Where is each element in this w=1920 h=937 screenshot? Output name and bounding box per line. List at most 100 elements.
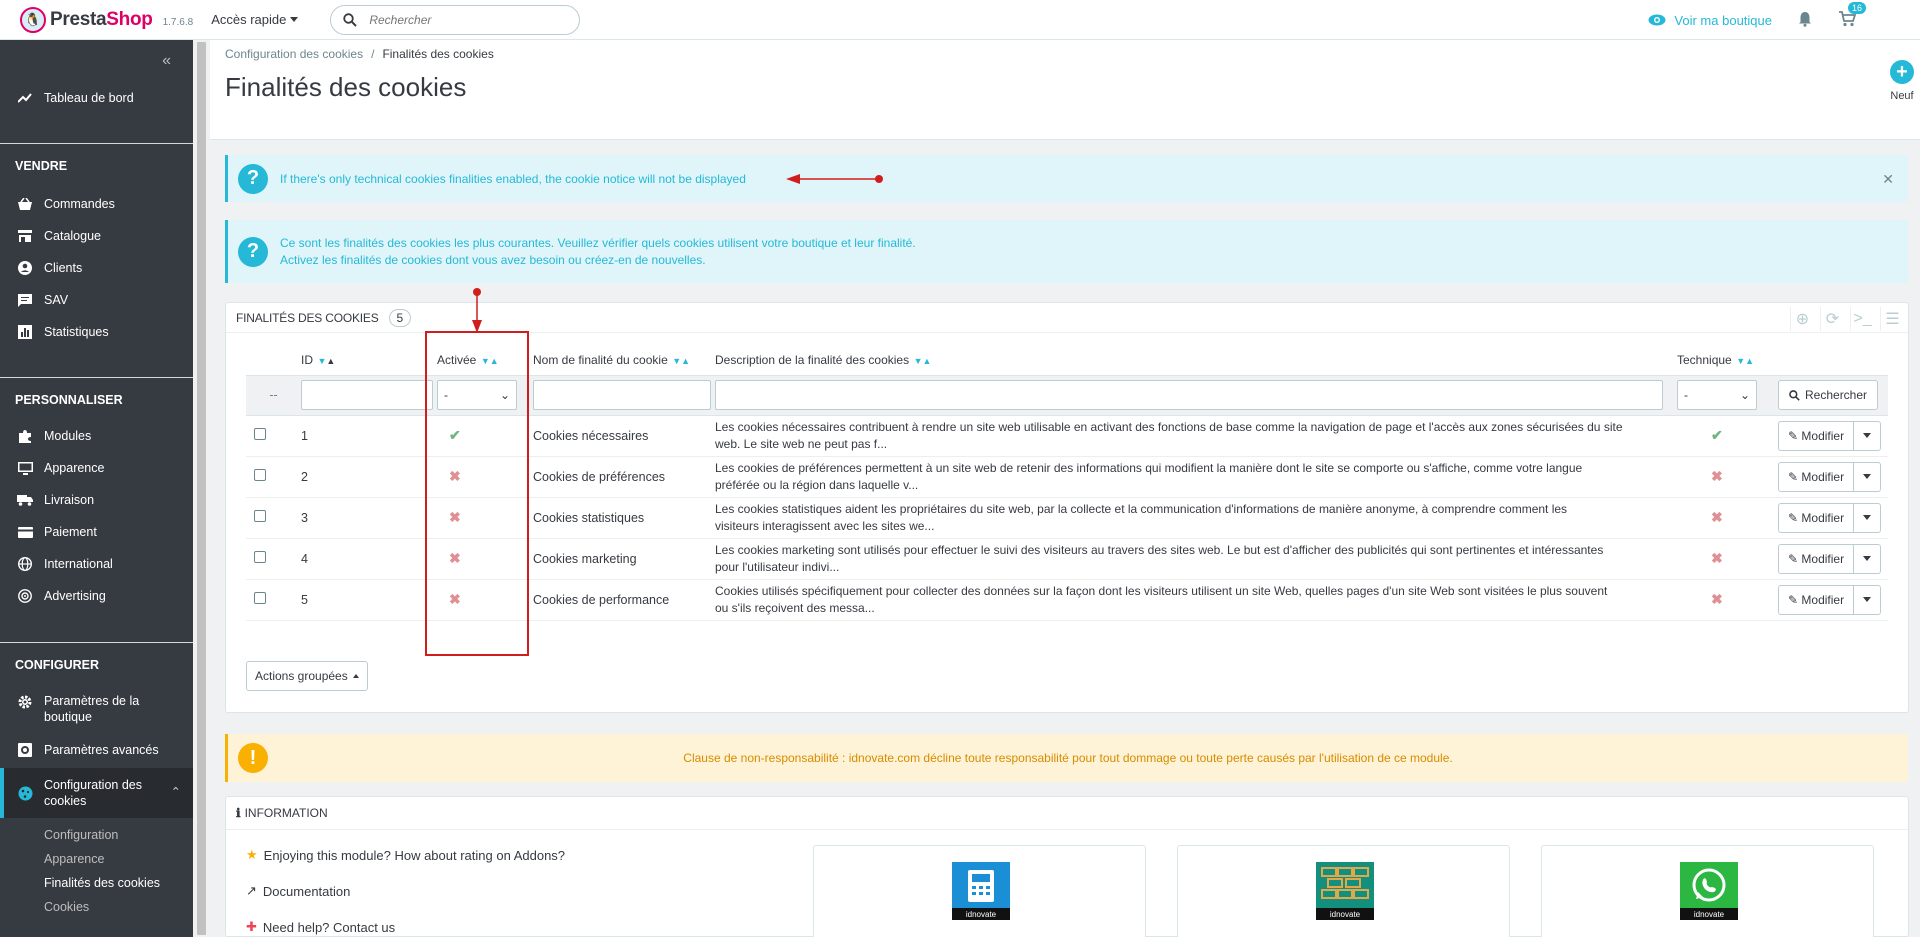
- dropdown-toggle[interactable]: [1854, 504, 1880, 532]
- page-title: Finalités des cookies: [225, 72, 467, 102]
- cell-id: 2: [301, 456, 437, 498]
- quick-access-dropdown[interactable]: Accès rapide: [211, 12, 299, 27]
- check-icon[interactable]: ✔: [1711, 427, 1723, 443]
- filter-reset: --: [246, 374, 301, 416]
- search-field[interactable]: [330, 4, 581, 35]
- column-header-description[interactable]: Description de la finalité des cookies ▼…: [715, 345, 1677, 375]
- scrollbar[interactable]: [193, 40, 210, 937]
- sub-item-cookies[interactable]: Cookies: [44, 900, 89, 914]
- row-checkbox[interactable]: [254, 428, 266, 440]
- logo-text: PrestaShop: [50, 8, 153, 30]
- sub-item-configuration[interactable]: Configuration: [44, 828, 118, 842]
- filter-search-button[interactable]: Rechercher: [1778, 380, 1879, 410]
- sub-item-appearance[interactable]: Apparence: [44, 852, 104, 866]
- help-link[interactable]: ✚ Need help? Contact us: [246, 919, 395, 935]
- dropdown-toggle[interactable]: [1854, 586, 1880, 614]
- prestashop-logo[interactable]: 🐧 PrestaShop 1.7.6.8: [20, 6, 193, 33]
- sub-item-cookie-purposes[interactable]: Finalités des cookies: [44, 876, 160, 890]
- sidebar-item-catalog[interactable]: Catalogue: [0, 226, 193, 246]
- sidebar-item-orders[interactable]: Commandes: [0, 194, 193, 214]
- edit-button[interactable]: ✎ Modifier: [1779, 421, 1855, 450]
- refresh-icon[interactable]: ⟳: [1820, 307, 1844, 331]
- sidebar-item-label: Tableau de bord: [44, 91, 134, 105]
- cross-icon[interactable]: ✖: [1711, 509, 1723, 525]
- cell-name: Cookies statistiques: [533, 497, 715, 539]
- view-shop-link[interactable]: Voir ma boutique: [1648, 13, 1772, 28]
- sidebar-item-dashboard[interactable]: Tableau de bord: [0, 88, 193, 108]
- row-checkbox[interactable]: [254, 592, 266, 604]
- cell-id: 1: [301, 415, 437, 457]
- bulk-actions-button[interactable]: Actions groupées: [246, 661, 368, 691]
- sidebar-item-cookie-configuration[interactable]: Configuration des cookies ⌃: [0, 768, 193, 818]
- sort-icon[interactable]: ▼▲: [1734, 356, 1754, 366]
- sidebar-item-advanced-parameters[interactable]: Paramètres avancés: [0, 740, 193, 760]
- database-icon[interactable]: ☰: [1880, 307, 1904, 331]
- breadcrumb-parent[interactable]: Configuration des cookies: [225, 47, 363, 61]
- row-checkbox[interactable]: [254, 469, 266, 481]
- close-icon[interactable]: ✕: [1882, 171, 1894, 188]
- sort-icon[interactable]: ▼▲: [670, 356, 690, 366]
- module-card[interactable]: idnovate: [1177, 845, 1510, 937]
- external-link-icon: ↗: [246, 883, 257, 898]
- filter-description-input[interactable]: [715, 380, 1663, 410]
- notifications-button[interactable]: [1798, 11, 1812, 30]
- puzzle-icon: [15, 429, 35, 443]
- dropdown-toggle[interactable]: [1854, 545, 1880, 573]
- search-input[interactable]: [369, 12, 550, 27]
- eye-icon: [1648, 14, 1666, 26]
- sort-icon[interactable]: ▼▲: [315, 356, 336, 366]
- dropdown-toggle[interactable]: [1854, 463, 1880, 491]
- sidebar-item-payment[interactable]: Paiement: [0, 522, 193, 542]
- row-checkbox[interactable]: [254, 510, 266, 522]
- store-icon: [15, 230, 35, 242]
- sidebar-item-modules[interactable]: Modules: [0, 426, 193, 446]
- filter-name-input[interactable]: [533, 380, 711, 410]
- bar-chart-icon: [15, 325, 35, 339]
- sidebar-item-customer-service[interactable]: SAV: [0, 290, 193, 310]
- collapse-sidebar-icon[interactable]: «: [162, 52, 171, 70]
- column-header-id[interactable]: ID ▼▲: [301, 345, 437, 375]
- disclaimer-text: Clause de non-responsabilité : idnovate.…: [683, 751, 1453, 765]
- add-icon[interactable]: ⊕: [1790, 307, 1814, 331]
- sidebar-item-stats[interactable]: Statistiques: [0, 322, 193, 342]
- cell-description: Les cookies statistiques aident les prop…: [715, 497, 1677, 539]
- filter-id-input[interactable]: [301, 380, 433, 410]
- divider: [0, 143, 193, 144]
- orders-cart-button[interactable]: 16: [1838, 1, 1866, 30]
- edit-button[interactable]: ✎ Modifier: [1779, 503, 1855, 532]
- edit-button[interactable]: ✎ Modifier: [1779, 585, 1855, 614]
- add-new-label: Neuf: [1890, 90, 1914, 102]
- filter-technical-select[interactable]: - ⌄: [1677, 380, 1757, 410]
- edit-button[interactable]: ✎ Modifier: [1779, 462, 1855, 491]
- module-card[interactable]: idnovate: [1541, 845, 1874, 937]
- row-checkbox[interactable]: [254, 551, 266, 563]
- cell-name: Cookies marketing: [533, 538, 715, 580]
- caret-up-icon: [352, 674, 359, 678]
- annotation-highlight-box: [425, 331, 529, 656]
- sidebar-item-international[interactable]: International: [0, 554, 193, 574]
- scrollbar-thumb[interactable]: [197, 42, 206, 935]
- module-card[interactable]: idnovate: [813, 845, 1146, 937]
- sidebar-item-customers[interactable]: Clients: [0, 258, 193, 278]
- column-header-technical[interactable]: Technique ▼▲: [1677, 345, 1778, 375]
- sql-query-icon[interactable]: >_: [1850, 307, 1874, 331]
- cross-icon[interactable]: ✖: [1711, 468, 1723, 484]
- rating-link[interactable]: ★ Enjoying this module? How about rating…: [246, 847, 565, 863]
- divider: [0, 642, 193, 643]
- column-header-name[interactable]: Nom de finalité du cookie ▼▲: [533, 345, 715, 375]
- documentation-link[interactable]: ↗ Documentation: [246, 883, 350, 899]
- sidebar-item-appearance[interactable]: Apparence: [0, 458, 193, 478]
- edit-button[interactable]: ✎ Modifier: [1779, 544, 1855, 573]
- info-alert-line: Ce sont les finalités des cookies les pl…: [280, 235, 916, 250]
- sidebar-item-advertising[interactable]: Advertising: [0, 586, 193, 606]
- cross-icon[interactable]: ✖: [1711, 550, 1723, 566]
- dropdown-toggle[interactable]: [1854, 422, 1880, 450]
- sidebar-item-shipping[interactable]: Livraison: [0, 490, 193, 510]
- cross-icon[interactable]: ✖: [1711, 591, 1723, 607]
- count-badge: 5: [388, 308, 411, 327]
- chevron-down-icon: [290, 17, 299, 22]
- sidebar-item-label: Advertising: [44, 589, 106, 603]
- sort-icon[interactable]: ▼▲: [911, 356, 932, 366]
- add-new-button[interactable]: + Neuf: [1890, 60, 1914, 102]
- sidebar-item-shop-parameters[interactable]: Paramètres de la boutique: [0, 693, 193, 727]
